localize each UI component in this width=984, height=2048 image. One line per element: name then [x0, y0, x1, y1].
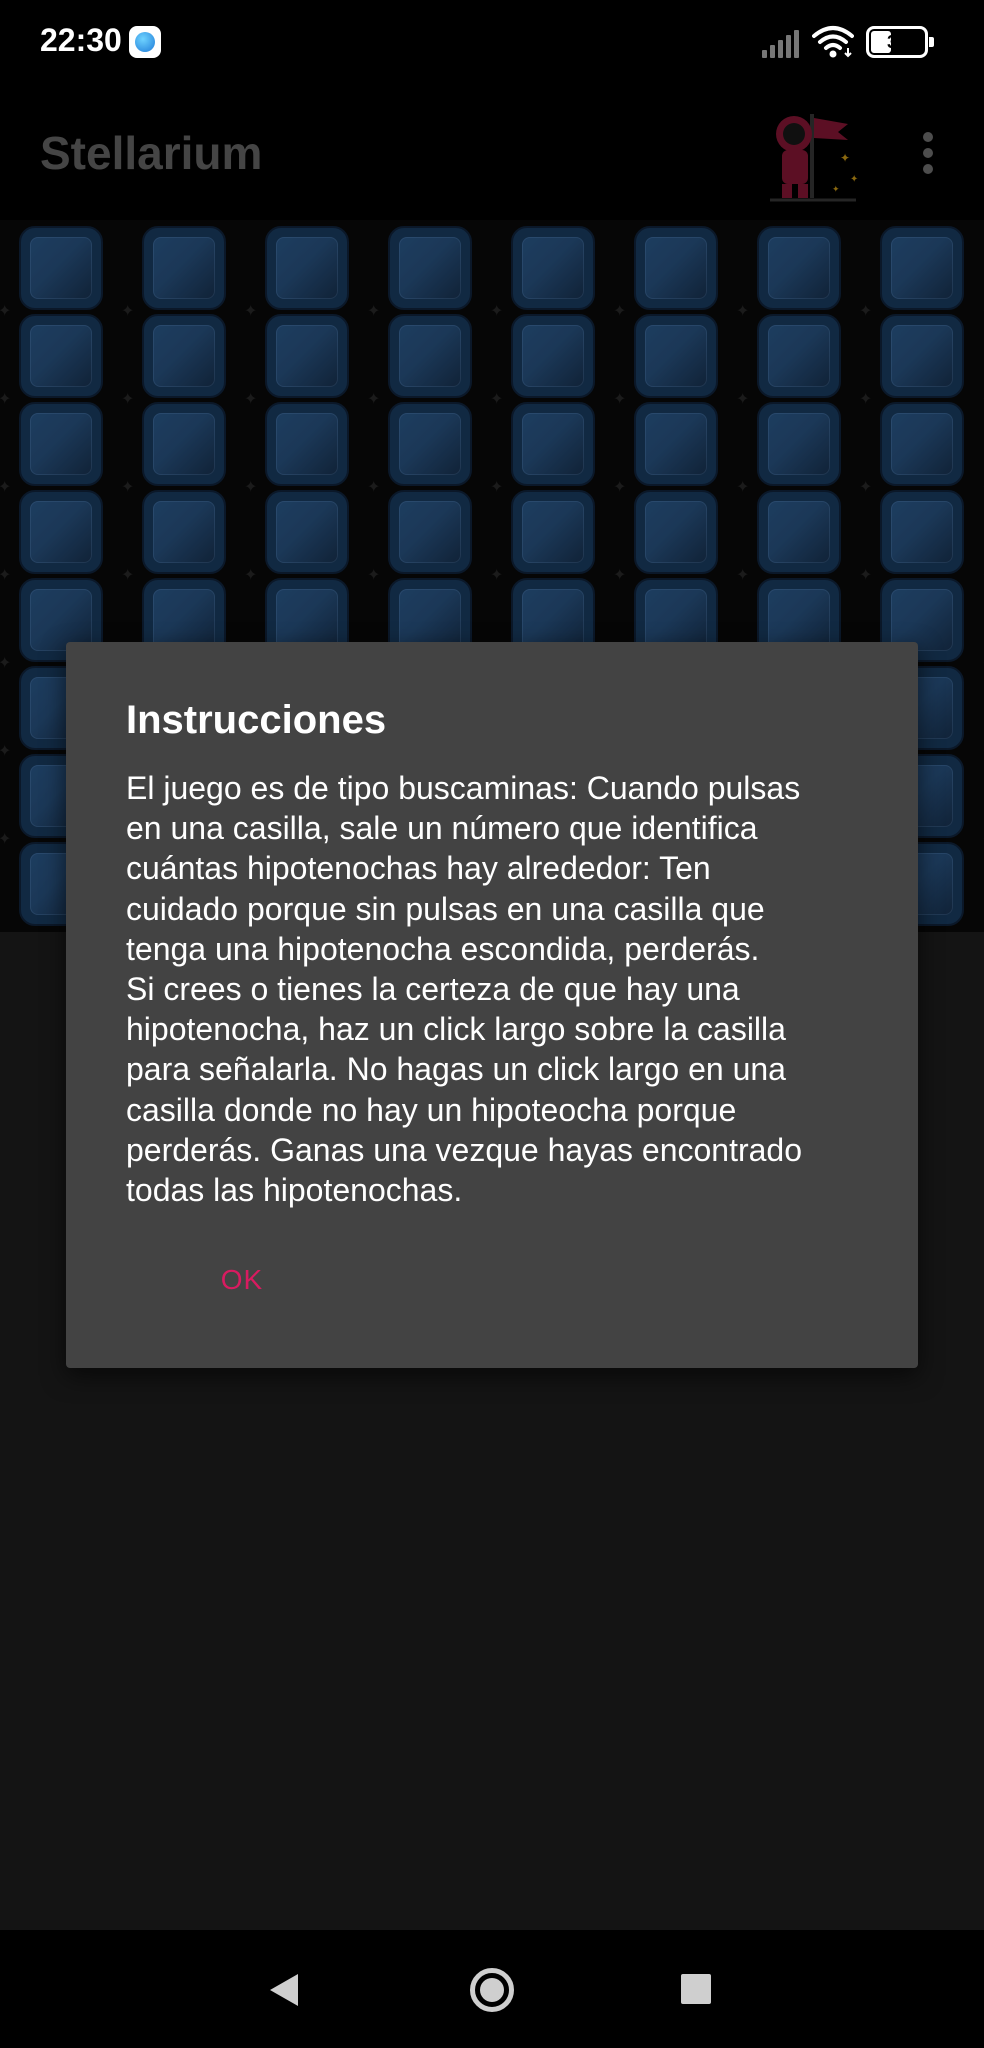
status-time: 22:30	[40, 22, 122, 58]
screen: 22:30 33 Stellarium ✦ ✦ ✦ ✦ ✦ ✦ ✦ ✦ ✦ ✦ …	[0, 0, 984, 2048]
wifi-icon	[812, 26, 854, 58]
dialog-message-line: Si crees o tienes la certeza de que hay …	[126, 971, 740, 1008]
dialog-message-line: El juego es de tipo buscaminas: Cuando p…	[126, 770, 801, 806]
app-notification-icon	[129, 26, 161, 58]
dialog-title: Instrucciones	[126, 698, 387, 742]
navigation-bar	[0, 1930, 984, 2048]
home-icon[interactable]	[470, 1968, 514, 2012]
battery-level-text: 33	[886, 32, 908, 52]
dialog-message-line: para señalarla. No hagas un click largo …	[126, 1051, 786, 1088]
signal-icon	[762, 28, 802, 58]
status-bar: 22:30 33	[0, 0, 984, 88]
battery-icon: 33	[866, 26, 934, 58]
dialog-message-line: en una casilla, sale un número que ident…	[126, 810, 758, 847]
dialog-message-line: cuidado porque sin pulsas en una casilla…	[126, 890, 765, 927]
dialog-message-line: hipotenocha, haz un click largo sobre la…	[126, 1011, 786, 1048]
ok-button[interactable]: OK	[190, 1242, 294, 1318]
back-icon[interactable]	[266, 1970, 302, 2010]
dialog-message-line: tenga una hipotenocha escondida, perderá…	[126, 930, 760, 967]
dialog-message-line: cuántas hipotenochas hay alrededor: Ten	[126, 850, 711, 887]
recents-icon[interactable]	[681, 1974, 711, 2004]
instructions-dialog: Instrucciones El juego es de tipo buscam…	[66, 642, 918, 1368]
dialog-message-line: todas las hipotenochas.	[126, 1172, 463, 1209]
dialog-message-line: casilla donde no hay un hipoteocha porqu…	[126, 1091, 737, 1128]
dialog-message-line: perderás. Ganas una vezque hayas encontr…	[126, 1131, 803, 1168]
dialog-message: El juego es de tipo buscaminas: Cuando p…	[126, 768, 886, 1210]
